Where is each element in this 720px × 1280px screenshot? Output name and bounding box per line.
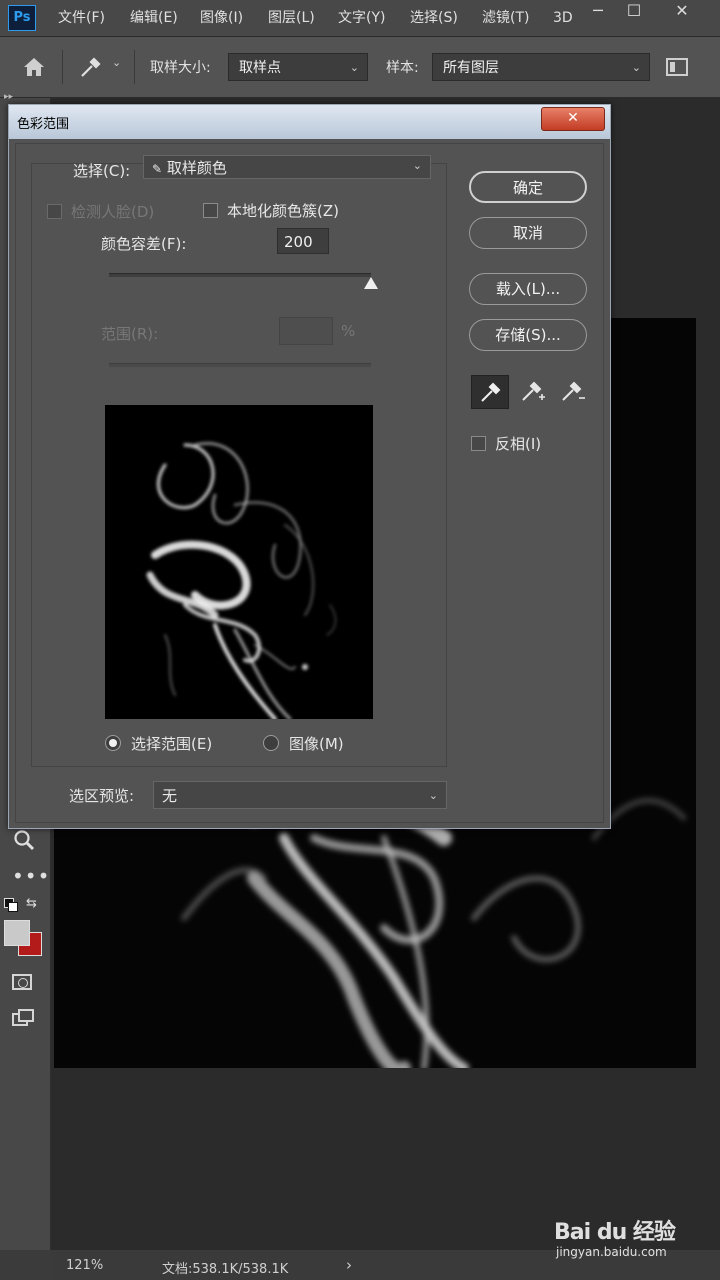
sample-size-dropdown[interactable]: 取样点 ⌄ [228, 53, 368, 81]
dialog-close-button[interactable]: ✕ [541, 107, 605, 131]
preview-value: 无 [162, 787, 178, 805]
sample-label: 样本: [386, 60, 419, 76]
eyedropper-sample-icon[interactable] [471, 375, 509, 409]
sample-size-label: 取样大小: [150, 60, 211, 76]
close-window-button[interactable]: ✕ [662, 0, 702, 24]
watermark-brand: Bai du 经验 [554, 1220, 676, 1245]
quick-mask-icon[interactable] [12, 974, 32, 990]
zoom-tool-icon[interactable] [12, 828, 38, 854]
document-size: 文档:538.1K/538.1K [162, 1262, 289, 1277]
menu-select[interactable]: 选择(S) [410, 0, 458, 36]
menu-edit[interactable]: 编辑(E) [130, 0, 178, 36]
default-colors-icon[interactable] [4, 898, 18, 912]
zoom-level[interactable]: 121% [66, 1258, 103, 1273]
localized-clusters-label: 本地化颜色簇(Z) [227, 202, 339, 220]
save-button[interactable]: 存储(S)... [469, 319, 587, 351]
dialog-titlebar[interactable] [9, 105, 610, 139]
dialog-title: 色彩范围 [17, 117, 70, 132]
select-value: 取样颜色 [166, 159, 227, 177]
range-label: 范围(R): [101, 325, 159, 343]
expand-panel-icon[interactable]: ▸▸ [4, 92, 13, 102]
selection-radio-label: 选择范围(E) [131, 735, 213, 753]
invert-checkbox[interactable] [471, 436, 486, 451]
minimize-button[interactable]: ─ [578, 0, 618, 24]
eyedropper-tool-icon[interactable] [76, 54, 104, 80]
maximize-button[interactable]: ☐ [614, 0, 654, 24]
selection-preview-dropdown[interactable]: 无 ⌄ [153, 781, 447, 809]
image-radio[interactable] [263, 735, 279, 751]
status-menu-arrow[interactable]: › [346, 1256, 352, 1274]
menu-filter[interactable]: 滤镜(T) [482, 0, 529, 36]
sample-size-value: 取样点 [239, 60, 281, 76]
eyedropper-icon: ✎ [152, 162, 163, 176]
detect-faces-checkbox[interactable] [47, 204, 62, 219]
menu-image[interactable]: 图像(I) [200, 0, 243, 36]
chevron-down-icon: ⌄ [631, 61, 641, 74]
sample-dropdown[interactable]: 所有图层 ⌄ [432, 53, 650, 81]
more-tools-icon[interactable]: ••• [12, 864, 50, 888]
swap-colors-icon[interactable]: ⇆ [26, 896, 37, 911]
fuzziness-slider-thumb[interactable] [364, 277, 378, 289]
range-unit: % [341, 322, 356, 340]
menu-3d[interactable]: 3D [553, 0, 573, 36]
select-label: 选择(C): [73, 162, 131, 180]
load-button[interactable]: 载入(L)... [469, 273, 587, 305]
fuzziness-input[interactable]: 200 [277, 228, 329, 254]
menu-layer[interactable]: 图层(L) [268, 0, 315, 36]
preview-label: 选区预览: [69, 787, 135, 805]
foreground-color-swatch[interactable] [4, 920, 30, 946]
menu-file[interactable]: 文件(F) [58, 0, 105, 36]
watermark-url: jingyan.baidu.com [556, 1245, 667, 1259]
range-input[interactable] [279, 317, 333, 345]
selection-preview-image[interactable] [105, 405, 373, 719]
localized-clusters-checkbox[interactable] [203, 203, 218, 218]
ok-button[interactable]: 确定 [469, 171, 587, 203]
chevron-down-icon: ⌄ [428, 789, 438, 802]
menu-type[interactable]: 文字(Y) [338, 0, 385, 36]
selection-radio[interactable] [105, 735, 121, 751]
screen-mode-icon[interactable] [12, 1008, 38, 1030]
chevron-down-icon: ⌄ [412, 159, 422, 172]
invert-label: 反相(I) [495, 435, 542, 453]
color-range-dialog: 色彩范围 ✕ 选择(C): ✎ 取样颜色 ⌄ 检测人脸(D) 本地化颜色簇(Z)… [8, 104, 611, 829]
eyedropper-add-icon[interactable] [515, 375, 551, 407]
fuzziness-label: 颜色容差(F): [101, 235, 187, 253]
tool-preset-chevron-icon[interactable]: ⌄ [112, 56, 121, 69]
home-icon[interactable] [20, 54, 48, 80]
chevron-down-icon: ⌄ [349, 61, 359, 74]
cancel-button[interactable]: 取消 [469, 217, 587, 249]
detect-faces-label: 检测人脸(D) [71, 203, 155, 221]
sample-value: 所有图层 [443, 60, 499, 76]
image-radio-label: 图像(M) [289, 735, 344, 753]
select-dropdown[interactable]: ✎ 取样颜色 ⌄ [143, 155, 431, 179]
eyedropper-subtract-icon[interactable] [555, 375, 591, 407]
panel-toggle-icon[interactable] [666, 58, 688, 76]
fuzziness-slider-track[interactable] [109, 273, 371, 277]
photoshop-logo: Ps [8, 5, 36, 31]
range-slider-track [109, 363, 371, 367]
